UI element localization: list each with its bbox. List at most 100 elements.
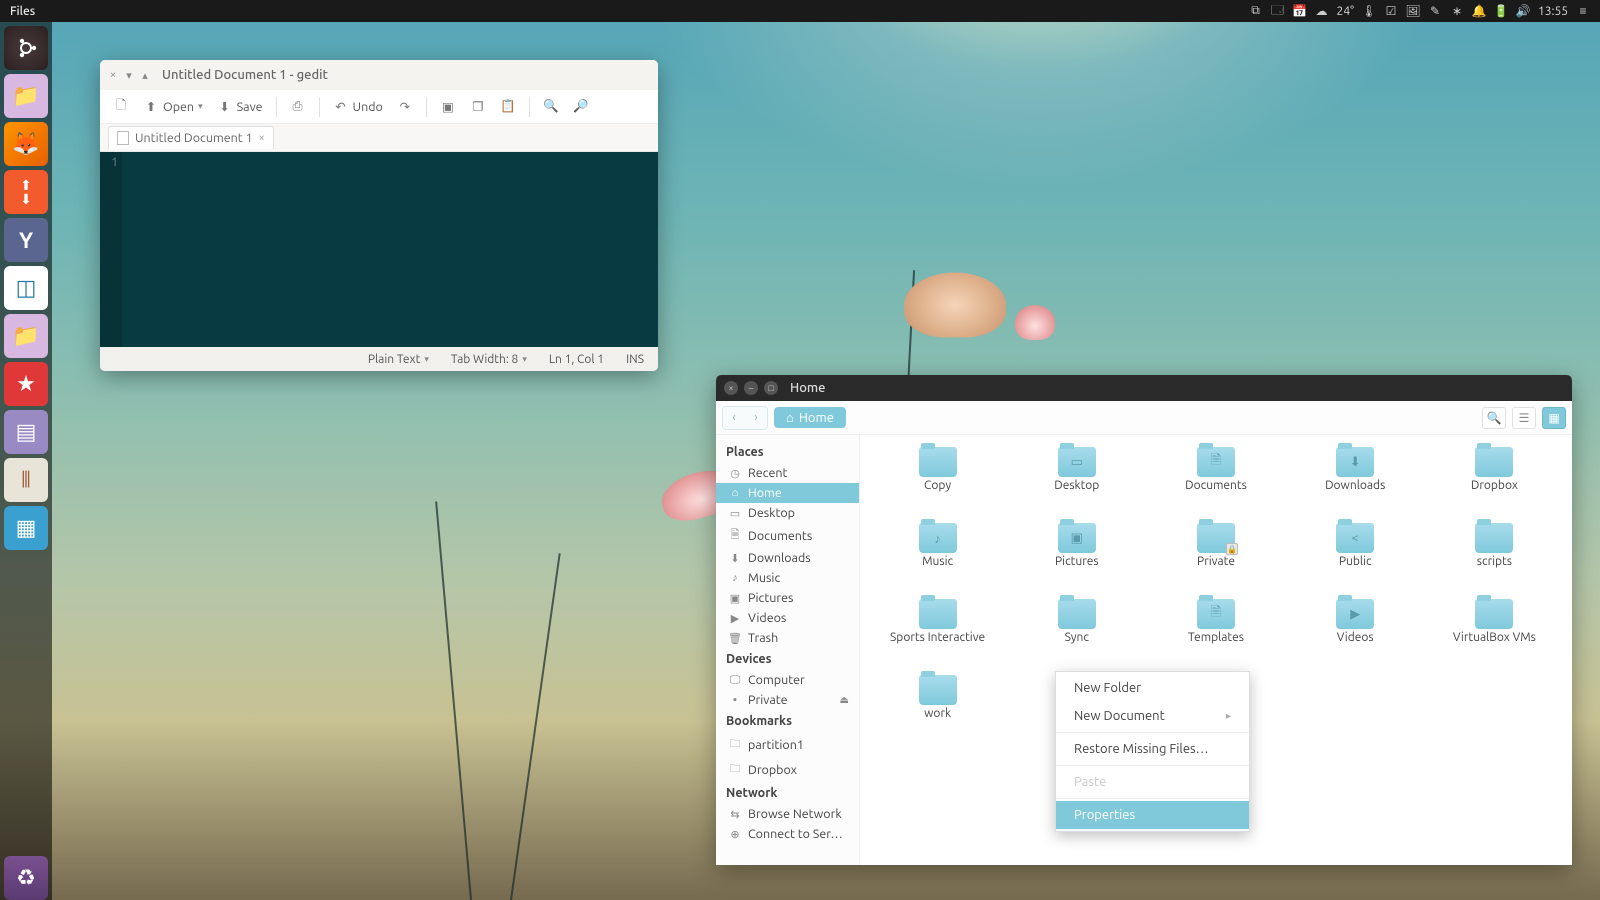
folder-public[interactable]: <Public [1286, 523, 1425, 595]
sidebar-item-desktop[interactable]: ▭Desktop [716, 503, 859, 523]
launcher-tiles[interactable]: ▦ [4, 506, 48, 550]
path-home-chip[interactable]: ⌂ Home [774, 407, 846, 428]
open-button[interactable]: ⬆Open▾ [138, 96, 208, 118]
sidebar-item-videos[interactable]: ▶Videos [716, 608, 859, 628]
system-menu-icon[interactable]: ≡ [1574, 2, 1592, 20]
thermometer-icon[interactable]: 🌡 [1360, 2, 1378, 20]
launcher-files[interactable]: 📁 [4, 74, 48, 118]
folder-private[interactable]: 🔒Private [1146, 523, 1285, 595]
launcher-mixer[interactable]: ⦀ [4, 458, 48, 502]
maximize-icon[interactable]: □ [764, 381, 778, 395]
sidebar-item-home[interactable]: ⌂Home [716, 483, 859, 503]
dropbox-icon[interactable]: ⧉ [1247, 2, 1265, 20]
edit-icon[interactable]: ✎ [1426, 2, 1444, 20]
sidebar-item-music[interactable]: ♪Music [716, 568, 859, 588]
document-tab[interactable]: Untitled Document 1 × [108, 126, 274, 149]
sidebar-item-partition1[interactable]: 🗀partition1 [716, 732, 859, 757]
folder-sports-interactive[interactable]: Sports Interactive [868, 599, 1007, 671]
folder-work[interactable]: work [868, 675, 1007, 747]
minimize-icon[interactable]: ▾ [124, 70, 134, 80]
clock-label[interactable]: 13:55 [1538, 5, 1568, 18]
dash-button[interactable] [4, 26, 48, 70]
tab-close-icon[interactable]: × [259, 132, 265, 144]
cut-button[interactable]: ▣ [435, 96, 461, 118]
launcher-star-app[interactable]: ★ [4, 362, 48, 406]
folder-sync[interactable]: Sync [1007, 599, 1146, 671]
image-icon[interactable]: 🖼 [1404, 2, 1422, 20]
close-icon[interactable]: × [724, 381, 738, 395]
code-content[interactable] [122, 152, 658, 347]
launcher-software[interactable]: ⬆⬇ [4, 170, 48, 214]
launcher-folder[interactable]: 📁 [4, 314, 48, 358]
ctx-new-document[interactable]: New Document ▸ [1056, 702, 1249, 730]
folder-desktop[interactable]: ▭Desktop [1007, 447, 1146, 519]
sidebar-item-computer[interactable]: 🖵Computer [716, 670, 859, 690]
calendar-icon[interactable]: 📅 [1291, 2, 1309, 20]
launcher-editor[interactable]: ▤ [4, 410, 48, 454]
search-button[interactable]: 🔍 [1482, 407, 1506, 429]
grid-view-button[interactable]: ▦ [1542, 407, 1566, 429]
notification-icon[interactable]: 🔔 [1470, 2, 1488, 20]
launcher-virtualbox[interactable]: ◫ [4, 266, 48, 310]
document-icon [117, 131, 129, 145]
indicator-icon[interactable]: 🗔 [1269, 2, 1287, 20]
syntax-selector[interactable]: Plain Text▾ [368, 353, 429, 366]
weather-icon[interactable]: ☁ [1313, 2, 1331, 20]
temperature-label[interactable]: 24° [1337, 5, 1354, 18]
editor-area[interactable]: 1 [100, 152, 658, 347]
sidebar-item-connect-to-ser-[interactable]: ⊕Connect to Ser… [716, 824, 859, 844]
sidebar-item-private[interactable]: ▪Private⏏ [716, 690, 859, 710]
undo-button[interactable]: ↶Undo [328, 96, 388, 118]
folder-dropbox[interactable]: Dropbox [1425, 447, 1564, 519]
new-file-button[interactable]: 🗋 [108, 96, 134, 118]
sidebar-item-label: Computer [748, 673, 805, 687]
close-icon[interactable]: × [108, 70, 118, 80]
sidebar-item-recent[interactable]: ◷Recent [716, 463, 859, 483]
ctx-restore[interactable]: Restore Missing Files… [1056, 735, 1249, 763]
launcher-trash[interactable]: ♻ [4, 856, 48, 900]
checkbox-icon[interactable]: ☑ [1382, 2, 1400, 20]
sidebar-item-documents[interactable]: 🗎Documents [716, 523, 859, 548]
eject-icon[interactable]: ⏏ [840, 694, 849, 706]
folder-virtualbox-vms[interactable]: VirtualBox VMs [1425, 599, 1564, 671]
ctx-new-folder[interactable]: New Folder [1056, 674, 1249, 702]
maximize-icon[interactable]: ▴ [140, 70, 150, 80]
print-button[interactable]: ⎙ [285, 96, 311, 118]
list-view-button[interactable]: ☰ [1512, 407, 1536, 429]
nav-forward-button[interactable]: › [745, 407, 767, 429]
folder-scripts[interactable]: scripts [1425, 523, 1564, 595]
folder-copy[interactable]: Copy [868, 447, 1007, 519]
folder-documents[interactable]: 🗎Documents [1146, 447, 1285, 519]
folder-glyph-icon: ⬇ [1336, 447, 1374, 477]
sidebar-item-dropbox[interactable]: 🗀Dropbox [716, 757, 859, 782]
save-button[interactable]: ⬇Save [212, 96, 268, 118]
nav-back-button[interactable]: ‹ [723, 407, 745, 429]
sidebar-item-downloads[interactable]: ⬇Downloads [716, 548, 859, 568]
folder-downloads[interactable]: ⬇Downloads [1286, 447, 1425, 519]
copy-button[interactable]: ❐ [465, 96, 491, 118]
sidebar-item-trash[interactable]: 🗑Trash [716, 628, 859, 648]
folder-music[interactable]: ♪Music [868, 523, 1007, 595]
active-app-label[interactable]: Files [10, 5, 35, 18]
folder-pictures[interactable]: ▣Pictures [1007, 523, 1146, 595]
undo-icon: ↶ [333, 99, 349, 115]
launcher-firefox[interactable]: 🦊 [4, 122, 48, 166]
paste-button[interactable]: 📋 [495, 96, 521, 118]
sidebar-item-browse-network[interactable]: ⇆Browse Network [716, 804, 859, 824]
replace-button[interactable]: 🔎 [568, 96, 594, 118]
launcher-y-app[interactable]: Y [4, 218, 48, 262]
files-titlebar[interactable]: × – □ Home [716, 375, 1572, 401]
folder-videos[interactable]: ▶Videos [1286, 599, 1425, 671]
bluetooth-icon[interactable]: ∗ [1448, 2, 1466, 20]
gedit-titlebar[interactable]: × ▾ ▴ Untitled Document 1 - gedit [100, 60, 658, 90]
tabwidth-selector[interactable]: Tab Width: 8▾ [451, 353, 527, 366]
sidebar-item-pictures[interactable]: ▣Pictures [716, 588, 859, 608]
search-button[interactable]: 🔍 [538, 96, 564, 118]
folder-templates[interactable]: 🗎Templates [1146, 599, 1285, 671]
ctx-properties[interactable]: Properties [1056, 801, 1249, 829]
redo-button[interactable]: ↷ [392, 96, 418, 118]
battery-icon[interactable]: 🔋 [1492, 2, 1510, 20]
volume-icon[interactable]: 🔊 [1514, 2, 1532, 20]
folder-label: Templates [1188, 631, 1244, 644]
minimize-icon[interactable]: – [744, 381, 758, 395]
